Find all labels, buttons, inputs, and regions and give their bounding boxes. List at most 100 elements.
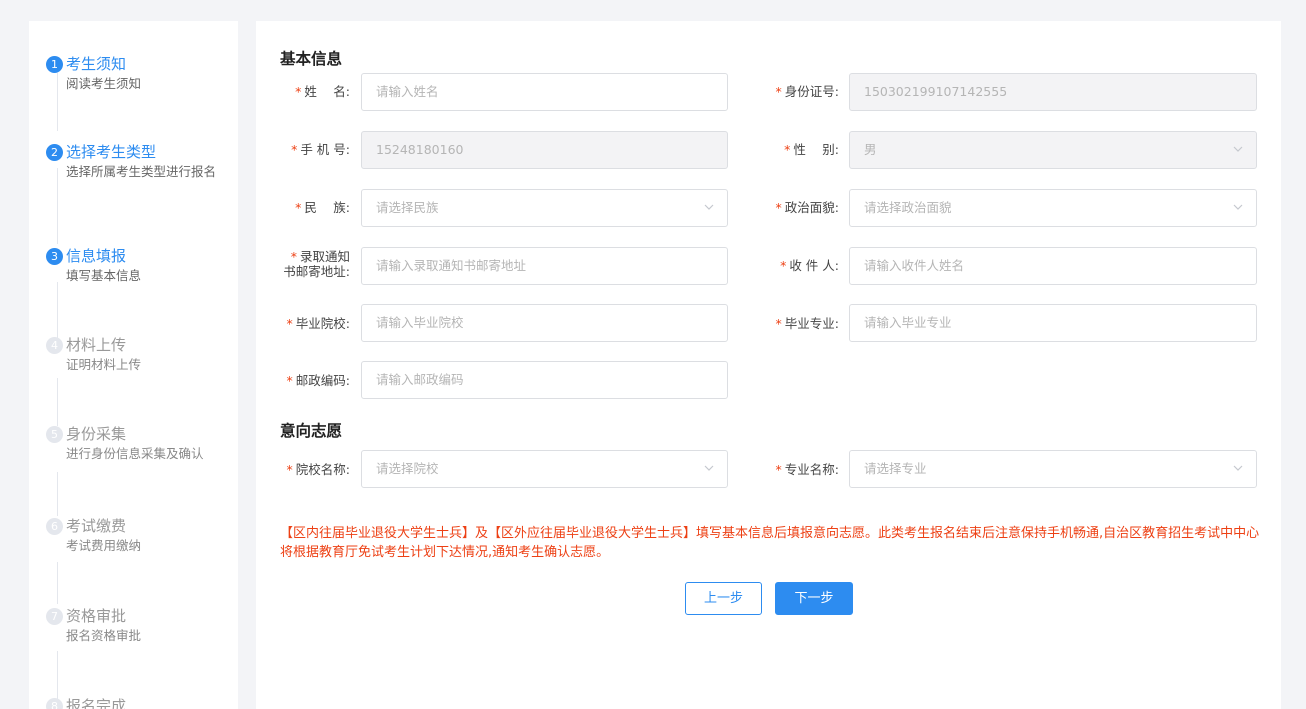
phone-input[interactable]: 15248180160 <box>361 131 728 169</box>
step-title: 报名完成 <box>66 697 127 709</box>
required-mark: * <box>286 462 293 477</box>
step-connector <box>57 378 58 426</box>
major-placeholder: 请输入毕业专业 <box>864 315 952 330</box>
step-desc: 进行身份信息采集及确认 <box>66 446 204 461</box>
step-number: 2 <box>46 144 63 161</box>
name-label: * 姓 名: <box>282 84 350 99</box>
step-title: 信息填报 <box>66 247 127 265</box>
chevron-down-icon <box>1232 462 1244 474</box>
step-title: 材料上传 <box>66 336 127 354</box>
school-input[interactable]: 请输入毕业院校 <box>361 304 728 342</box>
gender-value: 男 <box>864 142 877 157</box>
postcode-label-text: 邮政编码: <box>295 373 350 388</box>
next-step-button[interactable]: 下一步 <box>775 582 853 615</box>
section-title-basic: 基本信息 <box>280 50 343 68</box>
target-major-label-text: 专业名称: <box>784 462 839 477</box>
required-mark: * <box>775 84 782 99</box>
gender-label-text: 性 别: <box>793 142 839 157</box>
target-major-select[interactable]: 请选择专业 <box>849 450 1257 488</box>
id-number-input[interactable]: 150302199107142555 <box>849 73 1257 111</box>
political-placeholder: 请选择政治面貌 <box>864 200 952 215</box>
name-label-text: 姓 名: <box>304 84 350 99</box>
step-desc: 考试费用缴纳 <box>66 538 142 553</box>
notice-text: 【区内往届毕业退役大学生士兵】及【区外应往届毕业退役大学生士兵】填写基本信息后填… <box>280 526 1260 560</box>
step-title: 身份采集 <box>66 425 127 443</box>
postcode-input[interactable]: 请输入邮政编码 <box>361 361 728 399</box>
chevron-down-icon <box>1232 201 1244 213</box>
political-select[interactable]: 请选择政治面貌 <box>849 189 1257 227</box>
id-number-value: 150302199107142555 <box>864 84 1008 99</box>
id-number-label-text: 身份证号: <box>784 84 839 99</box>
step-desc: 证明材料上传 <box>66 357 142 372</box>
target-school-select[interactable]: 请选择院校 <box>361 450 728 488</box>
steps-sidebar: 1 考生须知 阅读考生须知 2 选择考生类型 选择所属考生类型进行报名 3 信息… <box>29 21 238 709</box>
political-label: * 政治面貌: <box>756 200 839 215</box>
step-desc: 选择所属考生类型进行报名 <box>66 164 217 179</box>
gender-label: * 性 别: <box>756 142 839 157</box>
recipient-placeholder: 请输入收件人姓名 <box>864 258 965 273</box>
recipient-label-text: 收 件 人: <box>789 258 839 273</box>
step-number: 7 <box>46 608 63 625</box>
required-mark: * <box>775 462 782 477</box>
step-connector <box>57 562 58 604</box>
prev-step-button[interactable]: 上一步 <box>685 582 762 615</box>
chevron-down-icon <box>703 462 715 474</box>
name-placeholder: 请输入姓名 <box>376 84 439 99</box>
major-input[interactable]: 请输入毕业专业 <box>849 304 1257 342</box>
required-mark: * <box>286 316 293 331</box>
major-label: * 毕业专业: <box>756 316 839 331</box>
postcode-placeholder: 请输入邮政编码 <box>376 372 464 387</box>
step-title: 考生须知 <box>66 55 127 73</box>
step-number: 6 <box>46 518 63 535</box>
required-mark: * <box>291 142 298 157</box>
section-title-intent: 意向志愿 <box>280 422 343 440</box>
step-number: 3 <box>46 248 63 265</box>
political-label-text: 政治面貌: <box>784 200 839 215</box>
step-connector <box>57 651 58 699</box>
target-school-placeholder: 请选择院校 <box>376 461 439 476</box>
address-placeholder: 请输入录取通知书邮寄地址 <box>376 258 527 273</box>
required-mark: * <box>286 373 293 388</box>
address-label-line1: 录取通知 <box>299 249 350 264</box>
required-mark: * <box>290 249 297 264</box>
required-mark: * <box>295 84 302 99</box>
step-connector <box>57 472 58 516</box>
phone-label-text: 手 机 号: <box>300 142 350 157</box>
phone-value: 15248180160 <box>376 142 464 157</box>
target-school-label-text: 院校名称: <box>295 462 350 477</box>
school-label-text: 毕业院校: <box>295 316 350 331</box>
address-label-line2: 书邮寄地址: <box>283 264 350 279</box>
ethnicity-label: * 民 族: <box>282 200 350 215</box>
step-connector <box>57 73 58 131</box>
step-number: 8 <box>46 698 63 709</box>
phone-label: * 手 机 号: <box>282 142 350 157</box>
step-desc: 阅读考生须知 <box>66 76 142 91</box>
step-title: 资格审批 <box>66 607 127 625</box>
name-input[interactable]: 请输入姓名 <box>361 73 728 111</box>
ethnicity-label-text: 民 族: <box>304 200 350 215</box>
required-mark: * <box>780 258 787 273</box>
required-mark: * <box>775 316 782 331</box>
step-desc: 报名资格审批 <box>66 628 142 643</box>
step-number: 5 <box>46 426 63 443</box>
target-major-placeholder: 请选择专业 <box>864 461 927 476</box>
target-major-label: * 专业名称: <box>756 462 839 477</box>
address-input[interactable]: 请输入录取通知书邮寄地址 <box>361 247 728 285</box>
recipient-label: * 收 件 人: <box>756 258 839 273</box>
recipient-input[interactable]: 请输入收件人姓名 <box>849 247 1257 285</box>
step-number: 1 <box>46 56 63 73</box>
required-mark: * <box>775 200 782 215</box>
id-number-label: * 身份证号: <box>756 84 839 99</box>
school-placeholder: 请输入毕业院校 <box>376 315 464 330</box>
step-title: 考试缴费 <box>66 517 127 535</box>
required-mark: * <box>784 142 791 157</box>
major-label-text: 毕业专业: <box>784 316 839 331</box>
gender-select[interactable]: 男 <box>849 131 1257 169</box>
step-desc: 填写基本信息 <box>66 268 142 283</box>
required-mark: * <box>295 200 302 215</box>
ethnicity-select[interactable]: 请选择民族 <box>361 189 728 227</box>
step-connector <box>57 282 58 344</box>
ethnicity-placeholder: 请选择民族 <box>376 200 439 215</box>
form-panel: 基本信息 * 姓 名: 请输入姓名 * 身份证号: 1503021991071425… <box>256 21 1281 709</box>
chevron-down-icon <box>1232 143 1244 155</box>
